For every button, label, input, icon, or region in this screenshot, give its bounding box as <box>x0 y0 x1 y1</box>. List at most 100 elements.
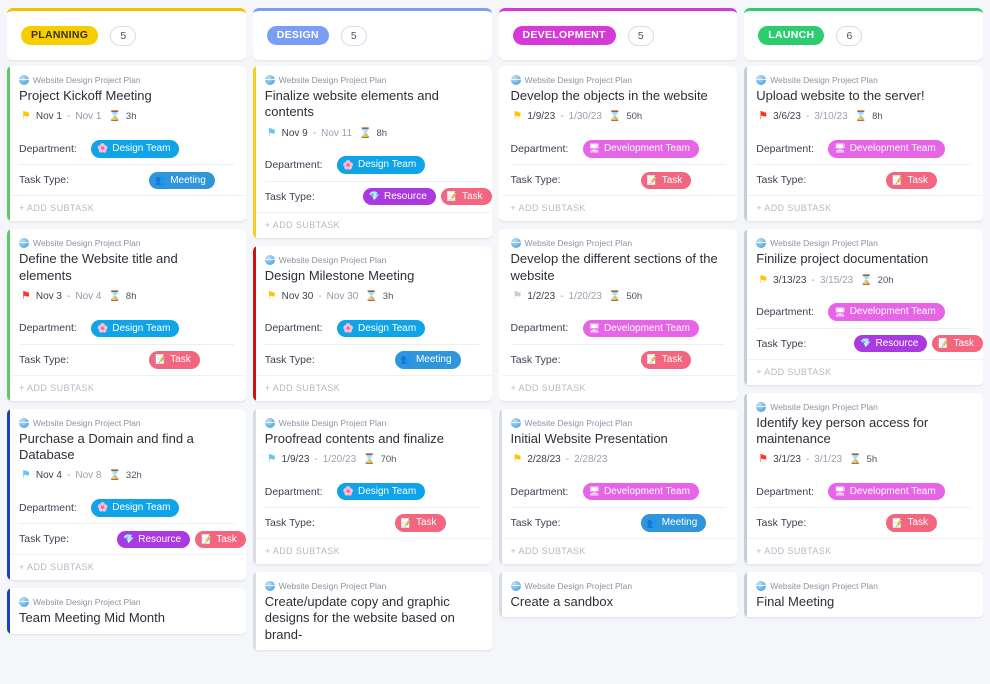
hourglass-icon: ⌛ <box>359 128 371 139</box>
task-date-row[interactable]: ⚑Nov 4-Nov 8⌛32h <box>19 470 234 481</box>
task-type-row: Task Type:💎Resource📝Task <box>265 181 480 212</box>
date-end: 1/30/23 <box>569 111 602 122</box>
department-tag[interactable]: 🖥Development Team <box>828 483 944 501</box>
project-plan-line: Website Design Project Plan <box>511 75 726 85</box>
card-color-bar <box>253 409 256 564</box>
task-date-row[interactable]: ⚑2/28/23-2/28/23 <box>511 454 726 465</box>
task-date-row[interactable]: ⚑1/9/23-1/30/23⌛50h <box>511 111 726 122</box>
task-type-label: Task Type: <box>511 174 577 186</box>
task-type-tag[interactable]: 💎Resource <box>117 531 190 549</box>
project-plan-label: Website Design Project Plan <box>33 75 141 85</box>
department-tag-icon: 🖥 <box>834 308 845 317</box>
add-subtask-button[interactable]: + ADD SUBTASK <box>7 554 246 580</box>
task-title: Project Kickoff Meeting <box>19 88 234 104</box>
task-type-tag[interactable]: 💎Resource <box>854 335 927 353</box>
add-subtask-button[interactable]: + ADD SUBTASK <box>499 195 738 221</box>
task-card[interactable]: Website Design Project PlanInitial Websi… <box>499 409 738 564</box>
task-date-row[interactable]: ⚑1/2/23-1/20/23⌛50h <box>511 291 726 302</box>
department-tag[interactable]: 🖥Development Team <box>583 483 699 501</box>
task-card[interactable]: Website Design Project PlanDevelop the o… <box>499 66 738 221</box>
task-type-tag[interactable]: 📝Task <box>886 514 937 532</box>
task-card[interactable]: Website Design Project Plan Project Kicko… <box>7 66 246 221</box>
task-type-tag[interactable]: 📝Task <box>149 351 200 369</box>
add-subtask-button[interactable]: + ADD SUBTASK <box>253 538 492 564</box>
date-start: Nov 1 <box>36 111 62 122</box>
task-card[interactable]: Website Design Project PlanUpload websit… <box>744 66 983 221</box>
department-tag-icon: 🌸 <box>343 487 354 496</box>
department-tag[interactable]: 🌸Design Team <box>91 320 179 338</box>
task-type-tag[interactable]: 📝Task <box>641 351 692 369</box>
add-subtask-button[interactable]: + ADD SUBTASK <box>744 538 983 564</box>
task-date-row[interactable]: ⚑3/1/23-3/1/23⌛5h <box>756 454 971 465</box>
task-date-row[interactable]: ⚑Nov 3-Nov 4⌛8h <box>19 291 234 302</box>
department-tag[interactable]: 🌸Design Team <box>337 483 425 501</box>
date-start: 3/13/23 <box>773 275 806 286</box>
task-type-tag[interactable]: 📝Task <box>395 514 446 532</box>
task-date-row[interactable]: ⚑3/13/23-3/15/23⌛20h <box>756 275 971 286</box>
task-date-row[interactable]: ⚑1/9/23-1/20/23⌛70h <box>265 454 480 465</box>
task-card[interactable]: Website Design Project PlanCreate a sand… <box>499 572 738 617</box>
task-type-tag[interactable]: 👥Meeting <box>641 514 707 532</box>
department-values: 🖥Development Team <box>583 320 699 338</box>
task-card[interactable]: Website Design Project PlanDefine the We… <box>7 229 246 401</box>
task-date-row[interactable]: ⚑Nov 9-Nov 11⌛8h <box>265 128 480 139</box>
flag-icon: ⚑ <box>267 128 277 139</box>
department-tag[interactable]: 🖥Development Team <box>828 140 944 158</box>
department-tag[interactable]: 🖥Development Team <box>583 320 699 338</box>
task-card[interactable]: Website Design Project PlanDesign Milest… <box>253 246 492 401</box>
hourglass-icon: ⌛ <box>365 291 377 302</box>
add-subtask-button[interactable]: + ADD SUBTASK <box>744 195 983 221</box>
task-type-tag[interactable]: 👥Meeting <box>149 172 215 190</box>
task-date-row[interactable]: ⚑Nov 30-Nov 30⌛3h <box>265 291 480 302</box>
add-subtask-button[interactable]: + ADD SUBTASK <box>253 212 492 238</box>
add-subtask-button[interactable]: + ADD SUBTASK <box>7 375 246 401</box>
add-subtask-button[interactable]: + ADD SUBTASK <box>253 375 492 401</box>
department-tag[interactable]: 🌸Design Team <box>91 499 179 517</box>
task-card[interactable]: Website Design Project PlanFinalize webs… <box>253 66 492 238</box>
add-subtask-button[interactable]: + ADD SUBTASK <box>499 375 738 401</box>
task-duration: 50h <box>626 111 642 122</box>
add-subtask-button[interactable]: + ADD SUBTASK <box>7 195 246 221</box>
card-color-bar <box>744 393 747 565</box>
project-plan-label: Website Design Project Plan <box>770 238 878 248</box>
task-type-tag[interactable]: 💎Resource <box>363 188 436 206</box>
status-badge-design[interactable]: DESIGN <box>267 26 329 46</box>
task-type-tag[interactable]: 📝Task <box>441 188 492 206</box>
department-tag[interactable]: 🖥Development Team <box>583 140 699 158</box>
card-color-bar <box>744 66 747 221</box>
task-card[interactable]: Website Design Project PlanTeam Meeting … <box>7 588 246 633</box>
task-card[interactable]: Website Design Project PlanCreate/update… <box>253 572 492 650</box>
status-badge-launch[interactable]: LAUNCH <box>758 26 824 46</box>
task-type-tag[interactable]: 📝Task <box>641 172 692 190</box>
task-card[interactable]: Website Design Project PlanProofread con… <box>253 409 492 564</box>
department-tag[interactable]: 🖥Development Team <box>828 303 944 321</box>
department-row: Department:🖥Development Team <box>511 476 726 507</box>
department-tag[interactable]: 🌸Design Team <box>337 320 425 338</box>
task-card[interactable]: Website Design Project PlanPurchase a Do… <box>7 409 246 581</box>
task-date-row[interactable]: ⚑Nov 1-Nov 1⌛3h <box>19 111 234 122</box>
date-start: 3/6/23 <box>773 111 801 122</box>
date-end: 3/1/23 <box>814 454 842 465</box>
status-badge-development[interactable]: DEVELOPMENT <box>513 26 616 46</box>
add-subtask-button[interactable]: + ADD SUBTASK <box>499 538 738 564</box>
task-card[interactable]: Website Design Project PlanFinal Meeting <box>744 572 983 617</box>
globe-icon <box>265 581 275 591</box>
task-type-tag[interactable]: 📝Task <box>195 531 246 549</box>
task-card[interactable]: Website Design Project PlanDevelop the d… <box>499 229 738 401</box>
status-badge-planning[interactable]: PLANNING <box>21 26 98 46</box>
card-list-launch: Website Design Project PlanUpload websit… <box>744 66 983 684</box>
task-type-tag[interactable]: 📝Task <box>886 172 937 190</box>
hourglass-icon: ⌛ <box>849 454 861 465</box>
task-type-values: 💎Resource 📝Task <box>854 335 983 353</box>
date-separator: - <box>806 111 809 122</box>
add-subtask-button[interactable]: + ADD SUBTASK <box>744 359 983 385</box>
task-card[interactable]: Website Design Project PlanFinilize proj… <box>744 229 983 384</box>
task-type-tag-label: Task <box>462 190 483 204</box>
task-type-tag[interactable]: 📝Task <box>932 335 983 353</box>
task-date-row[interactable]: ⚑3/6/23-3/10/23⌛8h <box>756 111 971 122</box>
task-card[interactable]: Website Design Project PlanIdentify key … <box>744 393 983 565</box>
department-tag[interactable]: 🌸Design Team <box>337 156 425 174</box>
task-type-tag[interactable]: 👥Meeting <box>395 351 461 369</box>
card-color-bar <box>499 66 502 221</box>
department-tag[interactable]: 🌸Design Team <box>91 140 179 158</box>
